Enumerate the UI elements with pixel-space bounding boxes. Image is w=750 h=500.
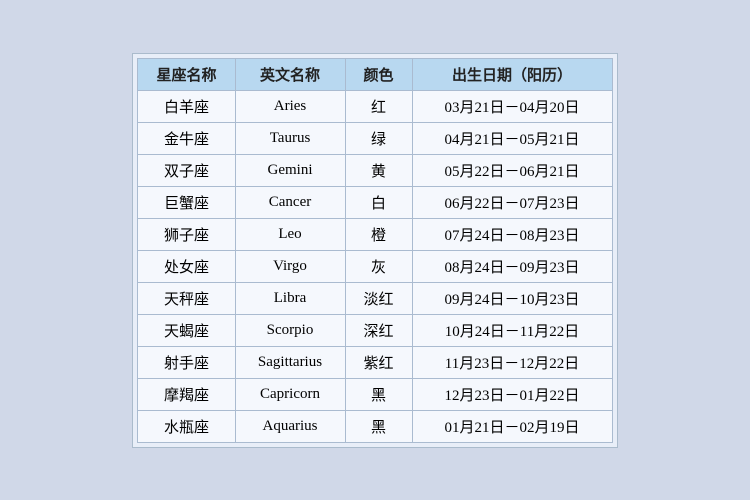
- cell-english: Capricorn: [235, 378, 345, 410]
- cell-date: 05月22日－06月21日: [412, 154, 612, 186]
- cell-color: 黑: [345, 378, 412, 410]
- table-row: 摩羯座Capricorn黑12月23日－01月22日: [138, 378, 612, 410]
- cell-english: Sagittarius: [235, 346, 345, 378]
- cell-chinese: 金牛座: [138, 122, 235, 154]
- cell-chinese: 白羊座: [138, 90, 235, 122]
- cell-color: 黑: [345, 410, 412, 442]
- table-header-row: 星座名称 英文名称 颜色 出生日期（阳历）: [138, 58, 612, 90]
- cell-chinese: 天秤座: [138, 282, 235, 314]
- cell-color: 深红: [345, 314, 412, 346]
- cell-chinese: 水瓶座: [138, 410, 235, 442]
- header-english: 英文名称: [235, 58, 345, 90]
- cell-english: Scorpio: [235, 314, 345, 346]
- cell-color: 红: [345, 90, 412, 122]
- cell-english: Taurus: [235, 122, 345, 154]
- cell-color: 淡红: [345, 282, 412, 314]
- cell-date: 11月23日－12月22日: [412, 346, 612, 378]
- table-row: 天蝎座Scorpio深红10月24日－11月22日: [138, 314, 612, 346]
- header-date: 出生日期（阳历）: [412, 58, 612, 90]
- table-row: 白羊座Aries红03月21日－04月20日: [138, 90, 612, 122]
- table-row: 天秤座Libra淡红09月24日－10月23日: [138, 282, 612, 314]
- table-row: 水瓶座Aquarius黑01月21日－02月19日: [138, 410, 612, 442]
- cell-date: 10月24日－11月22日: [412, 314, 612, 346]
- table-row: 狮子座Leo橙07月24日－08月23日: [138, 218, 612, 250]
- cell-date: 04月21日－05月21日: [412, 122, 612, 154]
- cell-color: 灰: [345, 250, 412, 282]
- cell-chinese: 巨蟹座: [138, 186, 235, 218]
- table-row: 双子座Gemini黄05月22日－06月21日: [138, 154, 612, 186]
- cell-english: Aries: [235, 90, 345, 122]
- cell-date: 09月24日－10月23日: [412, 282, 612, 314]
- cell-english: Virgo: [235, 250, 345, 282]
- table-row: 巨蟹座Cancer白06月22日－07月23日: [138, 186, 612, 218]
- table-row: 处女座Virgo灰08月24日－09月23日: [138, 250, 612, 282]
- cell-chinese: 摩羯座: [138, 378, 235, 410]
- cell-date: 08月24日－09月23日: [412, 250, 612, 282]
- header-chinese: 星座名称: [138, 58, 235, 90]
- cell-chinese: 处女座: [138, 250, 235, 282]
- cell-chinese: 天蝎座: [138, 314, 235, 346]
- zodiac-table: 星座名称 英文名称 颜色 出生日期（阳历） 白羊座Aries红03月21日－04…: [137, 58, 612, 443]
- cell-date: 01月21日－02月19日: [412, 410, 612, 442]
- cell-english: Gemini: [235, 154, 345, 186]
- zodiac-table-container: 星座名称 英文名称 颜色 出生日期（阳历） 白羊座Aries红03月21日－04…: [132, 53, 617, 448]
- cell-english: Libra: [235, 282, 345, 314]
- cell-english: Leo: [235, 218, 345, 250]
- header-color: 颜色: [345, 58, 412, 90]
- cell-color: 紫红: [345, 346, 412, 378]
- cell-chinese: 双子座: [138, 154, 235, 186]
- table-row: 射手座Sagittarius紫红11月23日－12月22日: [138, 346, 612, 378]
- cell-color: 绿: [345, 122, 412, 154]
- cell-chinese: 狮子座: [138, 218, 235, 250]
- cell-date: 07月24日－08月23日: [412, 218, 612, 250]
- table-body: 白羊座Aries红03月21日－04月20日金牛座Taurus绿04月21日－0…: [138, 90, 612, 442]
- table-row: 金牛座Taurus绿04月21日－05月21日: [138, 122, 612, 154]
- cell-color: 黄: [345, 154, 412, 186]
- cell-date: 12月23日－01月22日: [412, 378, 612, 410]
- cell-chinese: 射手座: [138, 346, 235, 378]
- cell-english: Cancer: [235, 186, 345, 218]
- cell-date: 06月22日－07月23日: [412, 186, 612, 218]
- cell-date: 03月21日－04月20日: [412, 90, 612, 122]
- cell-color: 白: [345, 186, 412, 218]
- cell-color: 橙: [345, 218, 412, 250]
- cell-english: Aquarius: [235, 410, 345, 442]
